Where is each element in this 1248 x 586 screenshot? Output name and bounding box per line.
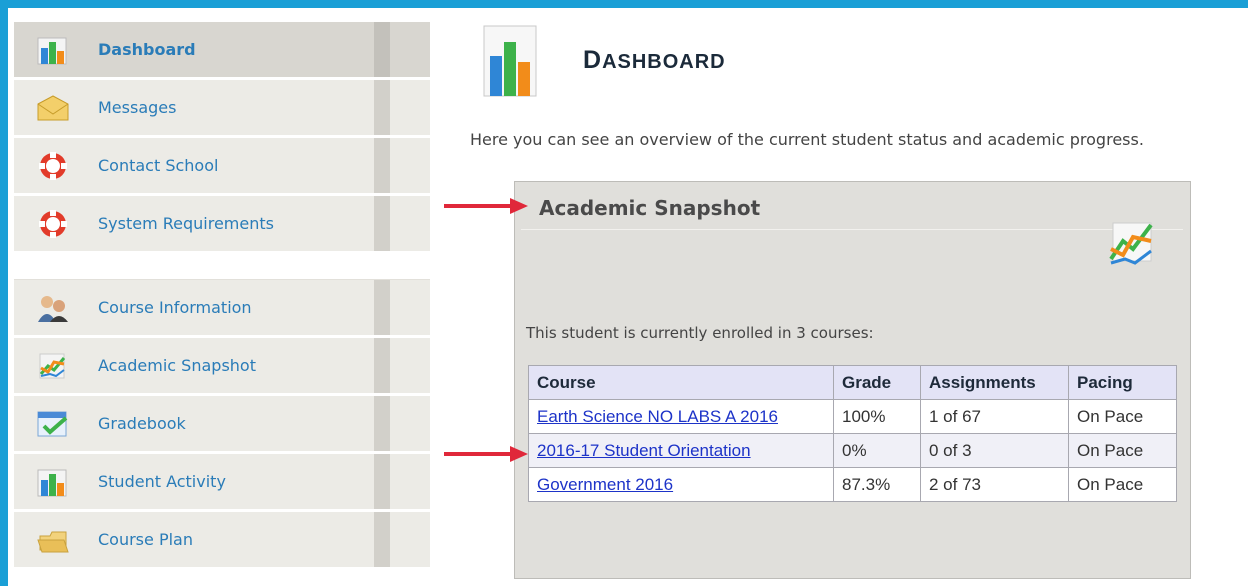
lifebuoy-icon — [36, 208, 70, 240]
course-link[interactable]: Government 2016 — [537, 475, 673, 494]
courses-table: Course Grade Assignments Pacing Earth Sc… — [528, 365, 1177, 502]
assignments-cell: 1 of 67 — [920, 399, 1069, 434]
sidebar-item-dashboard[interactable]: Dashboard — [14, 22, 430, 78]
sidebar-divider — [14, 254, 430, 280]
sidebar-item-label: Messages — [98, 98, 177, 117]
page-title: DASHBOARD — [583, 46, 726, 75]
sidebar-item-contact-school[interactable]: Contact School — [14, 138, 430, 194]
line-chart-icon — [1105, 219, 1157, 267]
table-row: Earth Science NO LABS A 2016 100% 1 of 6… — [528, 399, 1177, 434]
sidebar-item-student-activity[interactable]: Student Activity — [14, 454, 430, 510]
assignments-cell: 0 of 3 — [920, 433, 1069, 468]
intro-text: Here you can see an overview of the curr… — [470, 130, 1144, 149]
sidebar-item-handle — [374, 396, 390, 451]
bar-chart-icon — [36, 466, 70, 498]
sidebar-item-label: System Requirements — [98, 214, 274, 233]
academic-snapshot-panel: Academic Snapshot This student is curren… — [514, 181, 1191, 579]
table-row: 2016-17 Student Orientation 0% 0 of 3 On… — [528, 433, 1177, 468]
folder-icon — [36, 524, 70, 556]
sidebar-item-handle — [374, 280, 390, 335]
grade-cell: 87.3% — [833, 467, 921, 502]
course-link[interactable]: 2016-17 Student Orientation — [537, 441, 751, 460]
sidebar-item-label: Student Activity — [98, 472, 226, 491]
column-header-course: Course — [528, 365, 834, 400]
sidebar-item-course-information[interactable]: Course Information — [14, 280, 430, 336]
grade-cell: 0% — [833, 433, 921, 468]
sidebar-item-handle — [374, 80, 390, 135]
column-header-assignments: Assignments — [920, 365, 1069, 400]
page-title-rest: ASHBOARD — [602, 51, 726, 73]
sidebar-item-handle — [374, 22, 390, 77]
line-chart-icon — [36, 350, 70, 382]
sidebar-item-handle — [374, 138, 390, 193]
pacing-cell: On Pace — [1068, 467, 1177, 502]
sidebar-item-handle — [374, 196, 390, 251]
sidebar-item-label: Dashboard — [98, 40, 196, 59]
lifebuoy-icon — [36, 150, 70, 182]
page-title-initial: D — [583, 46, 603, 74]
grade-cell: 100% — [833, 399, 921, 434]
panel-title: Academic Snapshot — [539, 196, 761, 220]
people-icon — [36, 292, 70, 324]
course-link[interactable]: Earth Science NO LABS A 2016 — [537, 407, 778, 426]
bar-chart-icon — [36, 34, 70, 66]
assignments-cell: 2 of 73 — [920, 467, 1069, 502]
pacing-cell: On Pace — [1068, 433, 1177, 468]
annotation-arrow-icon — [444, 198, 528, 214]
sidebar-item-messages[interactable]: Messages — [14, 80, 430, 136]
course-cell: 2016-17 Student Orientation — [528, 433, 834, 468]
checkmark-icon — [36, 408, 70, 440]
window-frame-top — [0, 0, 1248, 8]
annotation-arrow-icon — [444, 446, 528, 462]
table-header-row: Course Grade Assignments Pacing — [528, 365, 1177, 400]
sidebar-item-system-requirements[interactable]: System Requirements — [14, 196, 430, 252]
sidebar-nav: Dashboard Messages Contact School System… — [14, 22, 430, 586]
table-row: Government 2016 87.3% 2 of 73 On Pace — [528, 467, 1177, 502]
course-cell: Earth Science NO LABS A 2016 — [528, 399, 834, 434]
course-cell: Government 2016 — [528, 467, 834, 502]
sidebar-item-handle — [374, 338, 390, 393]
sidebar-item-label: Contact School — [98, 156, 219, 175]
sidebar-item-label: Course Plan — [98, 530, 193, 549]
pacing-cell: On Pace — [1068, 399, 1177, 434]
column-header-pacing: Pacing — [1068, 365, 1177, 400]
window-frame-left — [0, 0, 8, 586]
column-header-grade: Grade — [833, 365, 921, 400]
panel-divider — [521, 229, 1183, 230]
sidebar-item-handle — [374, 512, 390, 567]
sidebar-item-academic-snapshot[interactable]: Academic Snapshot — [14, 338, 430, 394]
enrolled-summary: This student is currently enrolled in 3 … — [526, 324, 874, 342]
sidebar-item-course-plan[interactable]: Course Plan — [14, 512, 430, 568]
dashboard-header-icon — [470, 22, 556, 102]
sidebar-item-label: Academic Snapshot — [98, 356, 256, 375]
sidebar-item-label: Gradebook — [98, 414, 186, 433]
sidebar-item-handle — [374, 454, 390, 509]
sidebar-item-label: Course Information — [98, 298, 252, 317]
sidebar-item-gradebook[interactable]: Gradebook — [14, 396, 430, 452]
envelope-icon — [36, 92, 70, 124]
